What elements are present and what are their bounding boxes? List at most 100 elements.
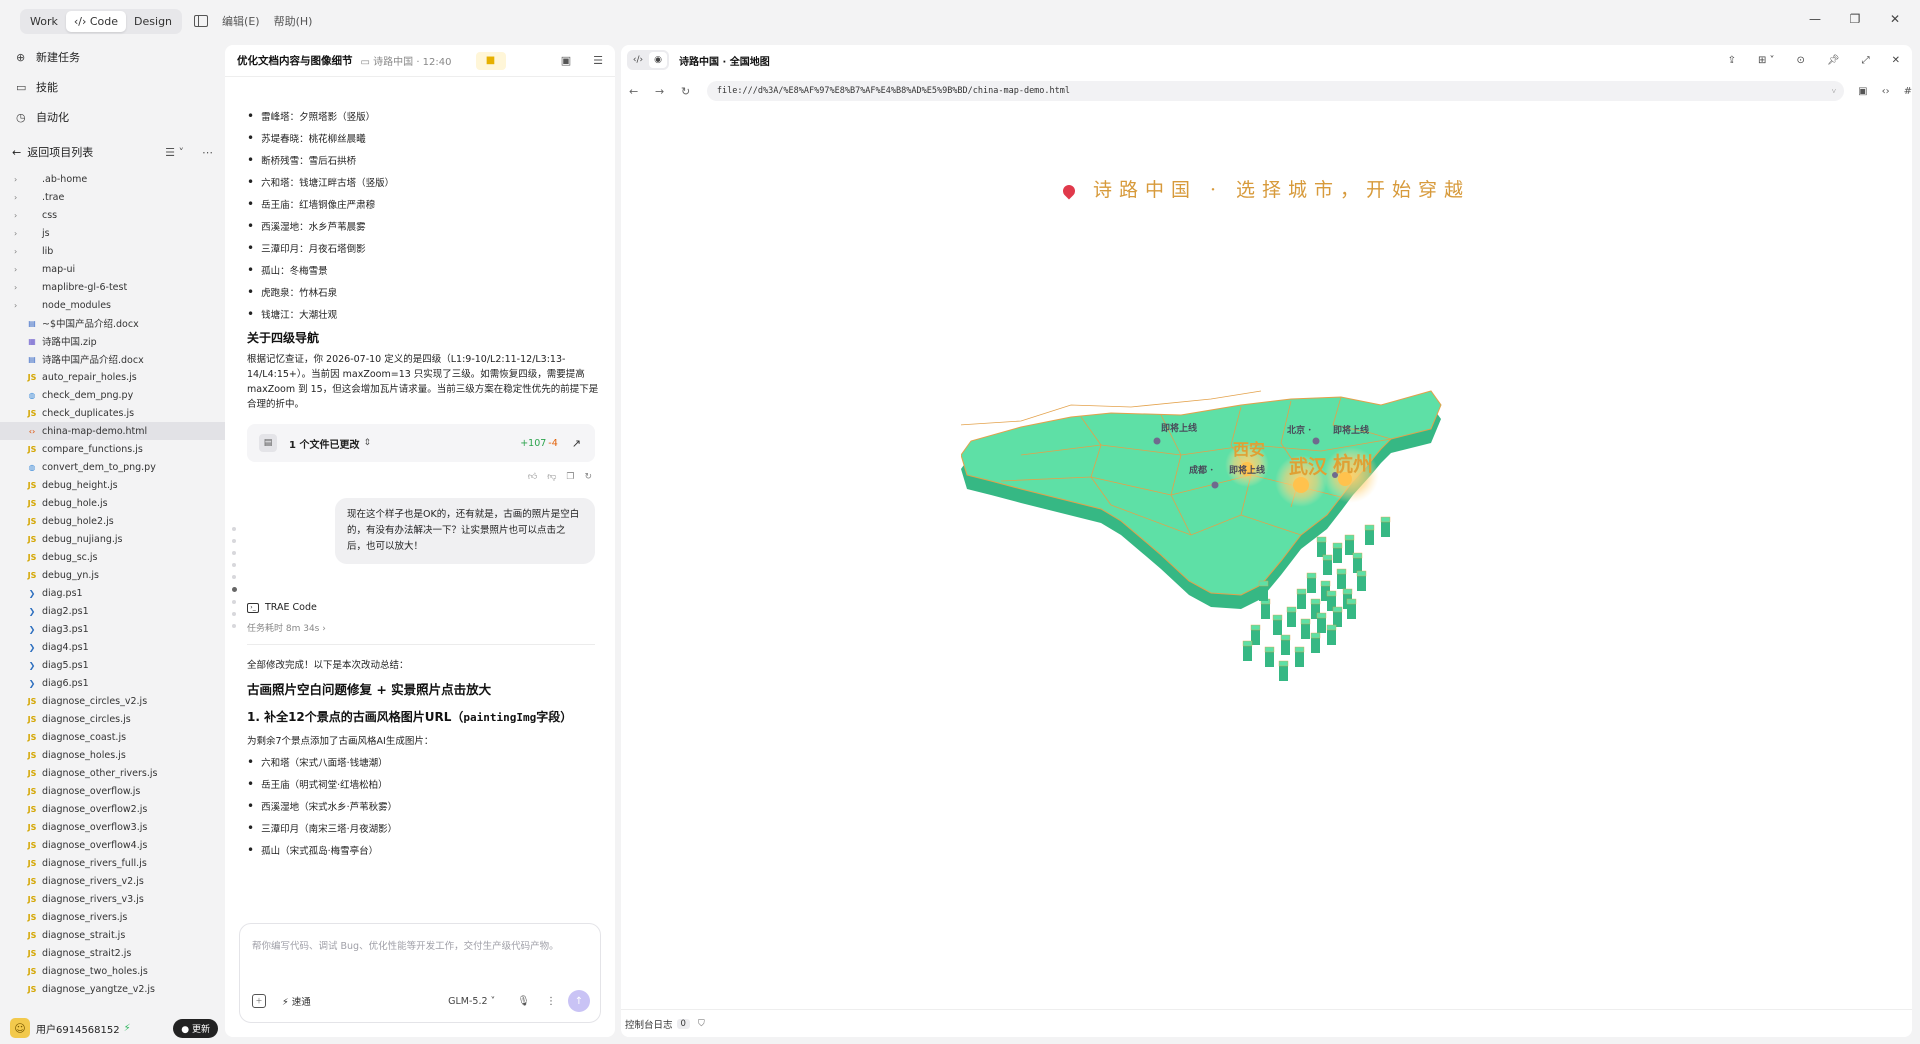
city-marker-chengdu[interactable] [1211, 481, 1219, 489]
minimize-icon[interactable]: — [1808, 12, 1822, 26]
layout-icon[interactable]: ▣ [561, 54, 571, 67]
copy-icon[interactable]: ❐ [566, 472, 574, 482]
city-marker-beijing[interactable] [1312, 437, 1320, 445]
url-text[interactable]: file:///d%3A/%E8%AF%97%E8%B7%AF%E4%B8%AD… [717, 86, 1070, 96]
file-item[interactable]: JS debug_hole.js [0, 494, 225, 512]
folder-item[interactable]: › map-ui [0, 260, 225, 278]
mode-code-button[interactable]: ‹/› Code [65, 10, 127, 32]
address-bar[interactable]: file:///d%3A/%E8%AF%97%E8%B7%AF%E4%B8%AD… [706, 81, 1845, 101]
folder-item[interactable]: › .ab-home [0, 170, 225, 188]
maximize-icon[interactable]: ❐ [1848, 12, 1862, 26]
mode-work-button[interactable]: Work [22, 11, 66, 32]
file-item[interactable]: JS auto_repair_holes.js [0, 368, 225, 386]
code-view-icon[interactable]: ‹/› [629, 52, 647, 68]
preview-eye-icon[interactable]: ◉ [649, 52, 667, 68]
file-item[interactable]: JS diagnose_overflow.js [0, 782, 225, 800]
avatar[interactable]: ☺ [10, 1018, 30, 1038]
nav-new-task[interactable]: ⊕ 新建任务 [0, 42, 225, 72]
folder-item[interactable]: › maplibre-gl-6-test [0, 278, 225, 296]
filter-icon[interactable]: ⛉ [698, 1019, 705, 1029]
hash-icon[interactable]: # [1904, 86, 1912, 97]
update-button[interactable]: ● 更新 [173, 1018, 218, 1038]
timeline-dot[interactable] [232, 563, 236, 567]
more-icon[interactable]: ⋯ [202, 146, 213, 159]
speed-mode-button[interactable]: ⚡ 速通 [282, 994, 311, 1008]
sort-icon[interactable]: ☰ ˅ [165, 146, 184, 159]
nav-skills[interactable]: ▭ 技能 [0, 72, 225, 102]
city-dot-wuhan[interactable] [1293, 477, 1309, 493]
file-item[interactable]: ❯ diag5.ps1 [0, 656, 225, 674]
city-label-hangzhou[interactable]: 杭州 [1333, 452, 1373, 476]
chevron-down-icon[interactable]: ˅ [1832, 87, 1837, 96]
close-icon[interactable]: ✕ [1888, 12, 1902, 26]
grid-icon[interactable]: ⊞ ˅ [1758, 55, 1775, 66]
file-item[interactable]: JS diagnose_holes.js [0, 746, 225, 764]
city-label-xian[interactable]: 西安 [1233, 440, 1265, 459]
file-item[interactable]: JS diagnose_rivers_full.js [0, 854, 225, 872]
forward-icon[interactable]: → [655, 85, 671, 98]
folder-item[interactable]: › lib [0, 242, 225, 260]
changed-files-card[interactable]: ▤ 1 个文件已更改 ⇕ +107 -4 ↗ [247, 424, 595, 462]
thumbs-down-icon[interactable]: 👎︎ [547, 472, 556, 482]
sidebar-toggle-icon[interactable] [194, 15, 209, 27]
file-item[interactable]: ❯ diag6.ps1 [0, 674, 225, 692]
menu-help[interactable]: 帮助(H) [274, 13, 313, 29]
list-icon[interactable]: ☰ [593, 54, 603, 67]
send-button[interactable]: ↑ [568, 990, 590, 1012]
timeline-dot[interactable] [232, 587, 237, 592]
voice-wave-icon[interactable]: ⋮ [546, 996, 556, 1007]
file-item[interactable]: JS diagnose_circles_v2.js [0, 692, 225, 710]
file-item[interactable]: ▤ ~$中国产品介绍.docx [0, 314, 225, 332]
chat-input[interactable]: 帮你编写代码、调试 Bug、优化性能等开发工作，交付生产级代码产物。 ＋ ⚡ 速… [239, 923, 601, 1023]
expand-icon[interactable]: ⤢ [1862, 55, 1870, 66]
timeline-dot[interactable] [232, 539, 236, 543]
file-item[interactable]: JS diagnose_rivers.js [0, 908, 225, 926]
file-item[interactable]: ▦ 诗路中国.zip [0, 332, 225, 350]
back-to-projects[interactable]: ← 返回项目列表 ☰ ˅ ⋯ [0, 138, 225, 166]
file-item[interactable]: ‹› china-map-demo.html [0, 422, 225, 440]
nav-automation[interactable]: ◷ 自动化 [0, 102, 225, 132]
file-item[interactable]: JS debug_sc.js [0, 548, 225, 566]
expand-icon[interactable]: ⇕ [363, 438, 371, 448]
file-item[interactable]: JS diagnose_overflow3.js [0, 818, 225, 836]
source-icon[interactable]: ‹› [1882, 86, 1890, 97]
city-label-chengdu[interactable]: 成都 · [1189, 464, 1213, 476]
file-item[interactable]: JS diagnose_rivers_v3.js [0, 890, 225, 908]
file-item[interactable]: JS diagnose_circles.js [0, 710, 225, 728]
file-item[interactable]: JS diagnose_strait2.js [0, 944, 225, 962]
close-panel-icon[interactable]: ✕ [1892, 55, 1900, 66]
folder-item[interactable]: › .trae [0, 188, 225, 206]
file-item[interactable]: ❯ diag.ps1 [0, 584, 225, 602]
menu-edit[interactable]: 编辑(E) [222, 13, 260, 29]
file-item[interactable]: ◍ convert_dem_to_png.py [0, 458, 225, 476]
file-item[interactable]: ❯ diag4.ps1 [0, 638, 225, 656]
model-selector[interactable]: GLM-5.2 ˅ [448, 996, 495, 1007]
file-item[interactable]: JS diagnose_coast.js [0, 728, 225, 746]
file-item[interactable]: ❯ diag3.ps1 [0, 620, 225, 638]
file-item[interactable]: ▤ 诗路中国产品介绍.docx [0, 350, 225, 368]
file-item[interactable]: JS diagnose_strait.js [0, 926, 225, 944]
timeline-dot[interactable] [232, 551, 236, 555]
file-item[interactable]: JS diagnose_rivers_v2.js [0, 872, 225, 890]
file-item[interactable]: JS diagnose_overflow4.js [0, 836, 225, 854]
share-icon[interactable]: ⇪ [1728, 55, 1736, 66]
city-label-wuhan[interactable]: 武汉 [1289, 456, 1328, 478]
chat-input-placeholder[interactable]: 帮你编写代码、调试 Bug、优化性能等开发工作，交付生产级代码产物。 [252, 938, 582, 952]
file-item[interactable]: JS debug_yn.js [0, 566, 225, 584]
file-item[interactable]: JS debug_nujiang.js [0, 530, 225, 548]
inspect-icon[interactable]: ⊙ [1797, 55, 1805, 66]
retry-icon[interactable]: ↻ [584, 472, 592, 482]
file-item[interactable]: JS diagnose_other_rivers.js [0, 764, 225, 782]
reload-icon[interactable]: ↻ [681, 85, 697, 98]
open-external-icon[interactable]: ↗ [572, 437, 581, 450]
file-item[interactable]: ❯ diag2.ps1 [0, 602, 225, 620]
folder-item[interactable]: › css [0, 206, 225, 224]
screenshot-icon[interactable]: ▣ [1858, 86, 1867, 97]
file-item[interactable]: JS diagnose_two_holes.js [0, 962, 225, 980]
task-elapsed[interactable]: 任务耗时 8m 34s › [247, 621, 595, 645]
china-3d-map[interactable]: 西安 武汉 杭州 北京 · 即将上线 即将上线 成都 · 即将上线 [961, 385, 1561, 695]
back-icon[interactable]: ← [629, 85, 645, 98]
attach-icon[interactable]: ＋ [252, 994, 266, 1008]
timeline-dot[interactable] [232, 527, 236, 531]
file-item[interactable]: JS check_duplicates.js [0, 404, 225, 422]
